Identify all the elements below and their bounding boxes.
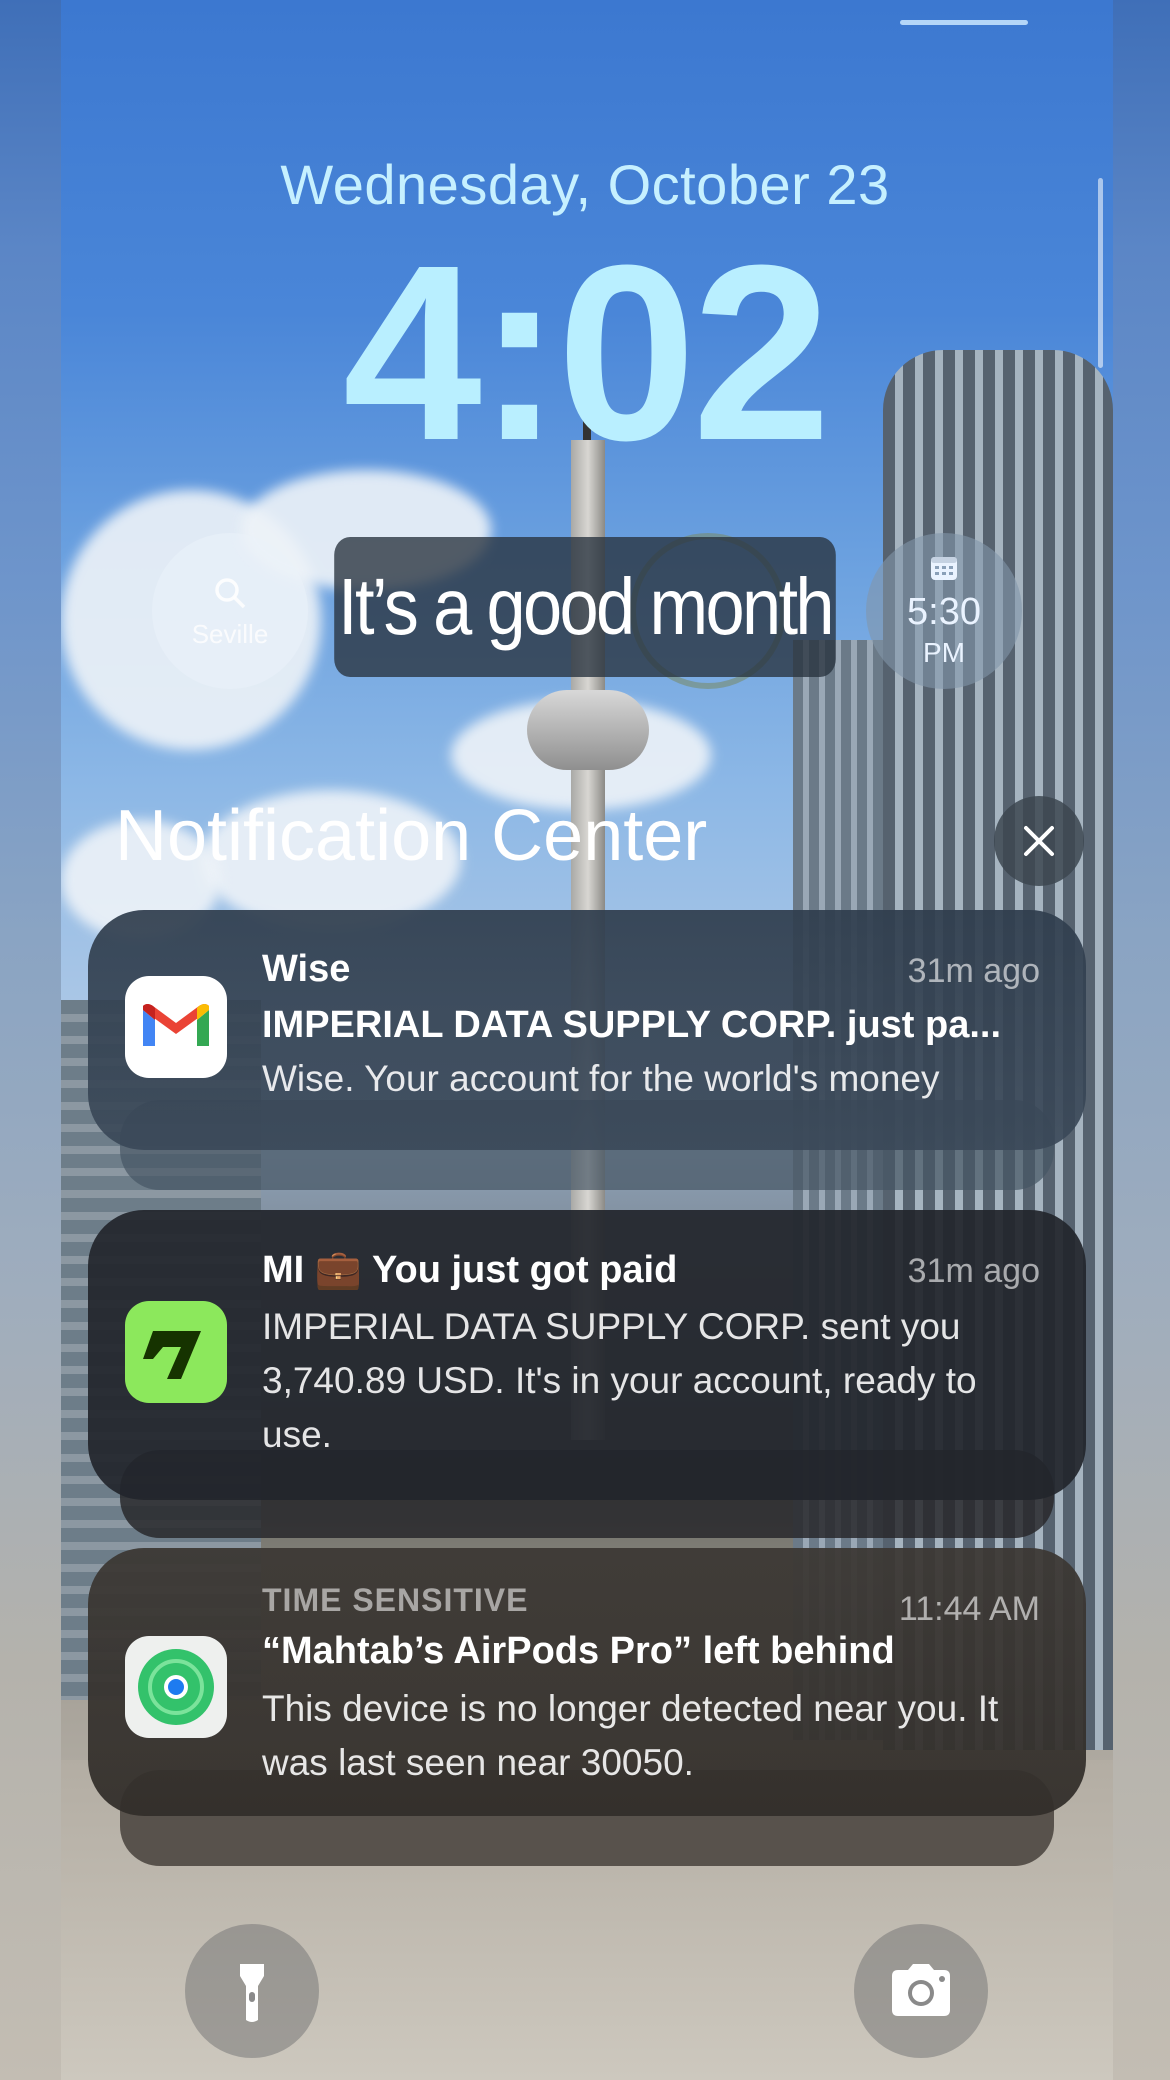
widget-location-label: Seville <box>191 619 269 649</box>
calendar-widget-time: 5:30 <box>907 591 981 633</box>
notification-card[interactable]: MI 💼 You just got paid 31m ago IMPERIAL … <box>88 1210 1086 1500</box>
search-icon <box>215 578 246 609</box>
weather-search-widget[interactable]: Seville <box>152 533 308 689</box>
camera-icon <box>892 1964 950 2016</box>
top-indicator <box>900 20 1028 25</box>
notification-center-title: Notification Center <box>115 796 708 876</box>
lock-date: Wednesday, October 23 <box>280 153 890 216</box>
notification-time: 31m ago <box>907 952 1040 990</box>
flashlight-button[interactable] <box>185 1924 319 2058</box>
notification-title: “Mahtab’s AirPods Pro” left behind <box>262 1630 895 1672</box>
notification-card[interactable]: Wise 31m ago IMPERIAL DATA SUPPLY CORP. … <box>88 910 1086 1150</box>
calendar-widget-ampm: PM <box>923 637 965 668</box>
notification-title: Wise <box>262 948 351 990</box>
notification-time: 31m ago <box>907 1252 1040 1290</box>
notification-title: MI 💼 You just got paid <box>262 1249 678 1291</box>
notification-card[interactable]: TIME SENSITIVE 11:44 AM “Mahtab’s AirPod… <box>88 1548 1086 1816</box>
notification-category: TIME SENSITIVE <box>262 1582 529 1618</box>
notification-body: IMPERIAL DATA SUPPLY CORP. sent you 3,74… <box>262 1306 977 1455</box>
find-my-icon <box>125 1636 227 1738</box>
camera-button[interactable] <box>854 1924 988 2058</box>
wise-icon <box>125 1301 227 1403</box>
calendar-icon <box>931 557 957 580</box>
clear-notifications-button[interactable] <box>994 796 1084 886</box>
gmail-icon <box>125 976 227 1078</box>
notification-time: 11:44 AM <box>898 1590 1040 1628</box>
lock-screen: Wednesday, October 23 4:02 Seville 5:30 … <box>0 0 1170 2080</box>
notification-body: This device is no longer detected near y… <box>262 1688 999 1783</box>
notification-body: Wise. Your account for the world's money <box>262 1058 940 1099</box>
close-icon <box>1024 826 1054 856</box>
flashlight-icon <box>240 1964 264 2022</box>
calendar-widget[interactable]: 5:30 PM <box>866 533 1022 689</box>
lock-time: 4:02 <box>342 213 831 492</box>
notification-subtitle: IMPERIAL DATA SUPPLY CORP. just pa... <box>262 1004 1002 1046</box>
sticker-banner: It’s a good month <box>334 537 836 677</box>
